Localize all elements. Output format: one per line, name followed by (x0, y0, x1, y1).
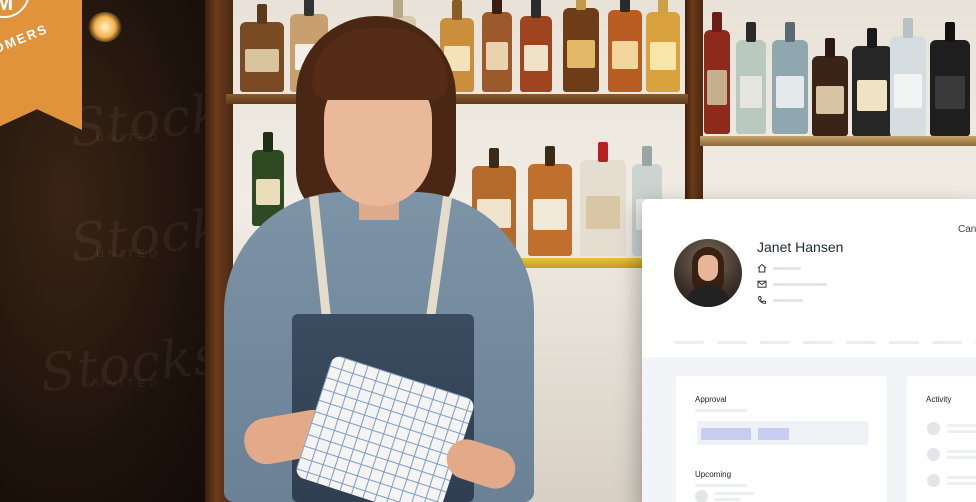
profile-panels: Approval Upcoming Activity (642, 357, 976, 502)
approval-subtitle (695, 409, 747, 412)
approval-title: Approval (695, 395, 727, 404)
activity-item-avatar (927, 448, 940, 461)
bottle (704, 12, 730, 134)
activity-item-avatar (927, 422, 940, 435)
avatar (674, 239, 742, 307)
upcoming-title: Upcoming (695, 470, 732, 479)
barista-person (214, 14, 544, 502)
cancel-button[interactable]: Can (958, 224, 976, 235)
ribbon-label: OMERS (0, 20, 51, 57)
activity-item-line (947, 450, 976, 453)
activity-item-line (947, 456, 976, 459)
bottle (646, 0, 680, 92)
bottle (608, 0, 642, 92)
activity-title: Activity (926, 395, 952, 404)
profile-card: Can Janet Hansen Approval Upcoming Activ… (642, 199, 976, 502)
watermark-sub: UNITED (96, 248, 161, 260)
upcoming-item-line (714, 498, 740, 501)
bottle (890, 18, 926, 136)
customers-ribbon: M OMERS (0, 0, 82, 130)
bottle (736, 22, 766, 134)
approval-panel: Approval Upcoming (676, 376, 887, 502)
bottle (580, 142, 626, 256)
mail-icon (757, 279, 769, 291)
approval-chip[interactable] (758, 428, 789, 440)
activity-item-line (947, 482, 976, 485)
bottle (772, 22, 808, 134)
section-divider (674, 341, 976, 344)
bottle (930, 22, 970, 136)
bottle (852, 28, 892, 136)
upcoming-item-avatar (695, 490, 708, 502)
brand-logo-icon: M (0, 0, 30, 18)
upcoming-item-line (714, 492, 754, 495)
approval-chips[interactable] (697, 421, 868, 445)
home-icon (757, 263, 769, 275)
shelf (700, 136, 976, 146)
profile-header: Can Janet Hansen (642, 199, 976, 357)
upcoming-subtitle (695, 484, 747, 487)
activity-panel: Activity (907, 376, 976, 502)
watermark-sub: UNITED (96, 378, 161, 390)
profile-name: Janet Hansen (757, 239, 844, 255)
approval-chip[interactable] (701, 428, 751, 440)
activity-item-line (947, 430, 976, 433)
bottle (563, 0, 599, 92)
phone-icon (757, 295, 769, 307)
activity-item-avatar (927, 474, 940, 487)
activity-item-line (947, 424, 976, 427)
activity-item-line (947, 476, 976, 479)
wall-lamp (88, 12, 122, 42)
bottle (812, 38, 848, 136)
watermark-sub: UNITED (96, 132, 161, 144)
